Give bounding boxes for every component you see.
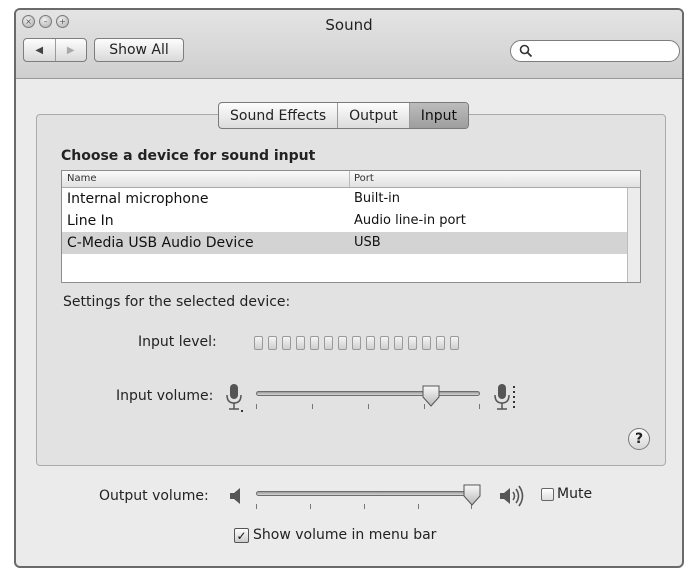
device-port: Built-in xyxy=(354,191,401,206)
help-button[interactable]: ? xyxy=(628,428,650,450)
speaker-low-icon xyxy=(230,488,240,504)
column-header-name[interactable]: Name xyxy=(67,173,97,184)
back-button[interactable]: ◀ xyxy=(24,39,55,61)
show-all-button[interactable]: Show All xyxy=(94,38,184,62)
input-volume-track[interactable] xyxy=(256,391,480,396)
output-volume-slider-knob[interactable] xyxy=(463,484,481,506)
column-header-port[interactable]: Port xyxy=(349,171,640,187)
back-arrow-icon: ◀ xyxy=(35,44,44,56)
device-name: Line In xyxy=(67,213,114,229)
input-volume-slider-knob[interactable] xyxy=(422,385,440,407)
input-volume-ticks xyxy=(256,404,480,410)
checkmark-icon: ✓ xyxy=(236,528,247,543)
level-segment xyxy=(324,336,333,350)
level-segment xyxy=(338,336,347,350)
device-name: C-Media USB Audio Device xyxy=(67,235,254,251)
sound-preferences-window: × – + Sound ◀ ▶ Show All Sound Effects O… xyxy=(14,8,684,568)
level-segment xyxy=(394,336,403,350)
input-level-label: Input level: xyxy=(138,334,217,350)
level-segment xyxy=(268,336,277,350)
section-title: Choose a device for sound input xyxy=(61,148,316,164)
tab-sound-effects[interactable]: Sound Effects xyxy=(219,103,337,128)
table-row[interactable]: Internal microphone Built-in xyxy=(62,188,628,210)
tab-bar: Sound Effects Output Input xyxy=(218,102,470,129)
table-row[interactable]: Line In Audio line-in port xyxy=(62,210,628,232)
level-segment xyxy=(296,336,305,350)
settings-label: Settings for the selected device: xyxy=(63,294,291,310)
microphone-high-icon xyxy=(494,384,515,410)
search-field[interactable] xyxy=(510,40,680,62)
show-volume-label: Show volume in menu bar xyxy=(253,527,437,543)
tab-output[interactable]: Output xyxy=(337,103,409,128)
level-segment xyxy=(352,336,361,350)
search-icon xyxy=(519,44,533,58)
speaker-high-icon xyxy=(500,485,524,507)
table-header: Name Port xyxy=(62,171,640,188)
device-port: USB xyxy=(354,235,381,250)
device-port: Audio line-in port xyxy=(354,213,466,228)
forward-arrow-icon: ▶ xyxy=(66,44,75,56)
mute-label: Mute xyxy=(557,486,593,502)
level-segment xyxy=(282,336,291,350)
level-segment xyxy=(408,336,417,350)
level-segment xyxy=(254,336,263,350)
window-title: Sound xyxy=(325,16,373,34)
device-table: Name Port Internal microphone Built-in L… xyxy=(61,170,641,283)
output-volume-label: Output volume: xyxy=(99,488,209,504)
toolbar: × – + Sound ◀ ▶ Show All xyxy=(16,10,682,79)
level-segment xyxy=(422,336,431,350)
input-level-meter xyxy=(254,336,459,350)
table-row-selected[interactable]: C-Media USB Audio Device USB xyxy=(62,232,628,254)
forward-button[interactable]: ▶ xyxy=(54,39,87,61)
level-segment xyxy=(450,336,459,350)
microphone-low-icon xyxy=(226,384,243,412)
device-name: Internal microphone xyxy=(67,191,209,207)
output-volume-track[interactable] xyxy=(256,491,472,496)
level-segment xyxy=(436,336,445,350)
output-volume-ticks xyxy=(256,504,472,510)
tab-input[interactable]: Input xyxy=(408,103,469,128)
level-segment xyxy=(380,336,389,350)
level-segment xyxy=(310,336,319,350)
input-settings-pane xyxy=(36,114,666,466)
show-volume-checkbox[interactable]: ✓ xyxy=(234,528,249,543)
input-volume-label: Input volume: xyxy=(116,388,214,404)
mute-checkbox[interactable] xyxy=(541,488,554,501)
back-forward-control: ◀ ▶ xyxy=(23,38,87,62)
table-scrollbar[interactable] xyxy=(627,188,640,282)
level-segment xyxy=(366,336,375,350)
